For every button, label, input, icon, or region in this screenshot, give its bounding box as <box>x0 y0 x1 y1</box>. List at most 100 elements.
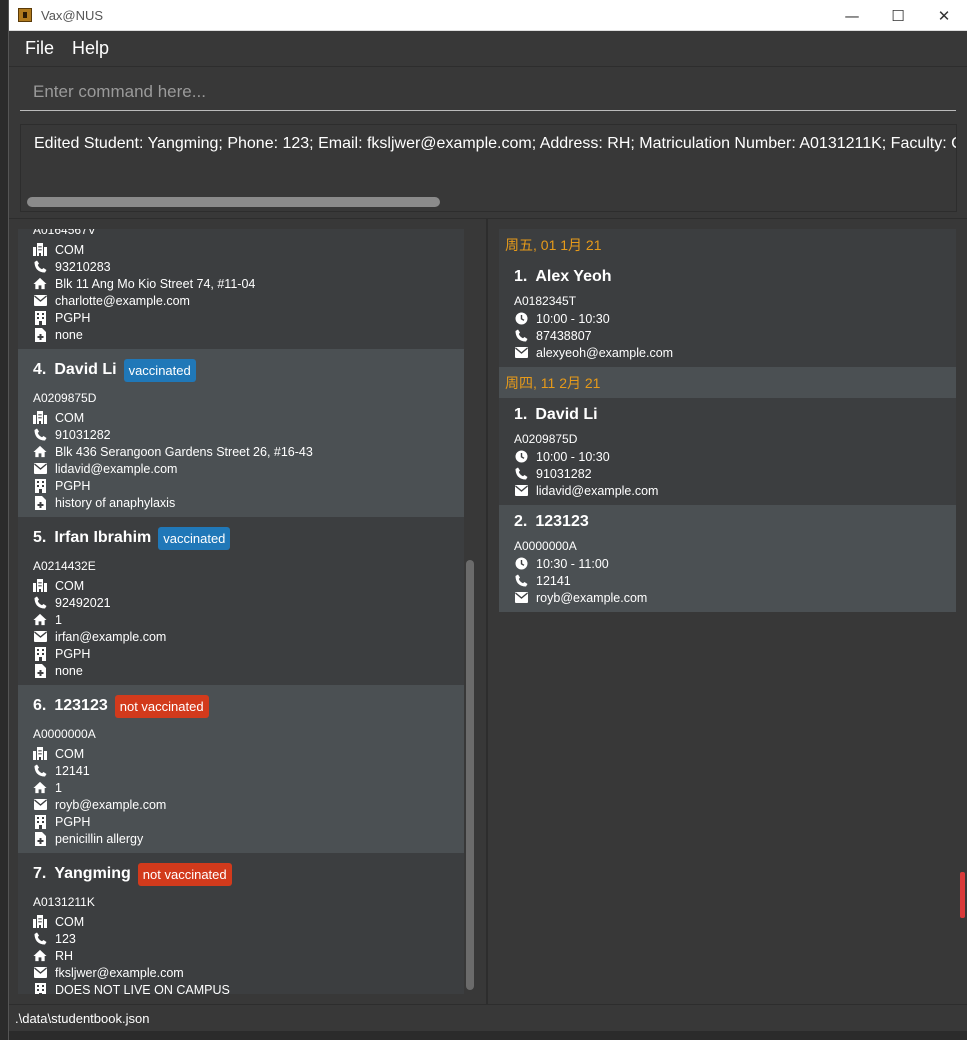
email-row-value: alexyeoh@example.com <box>536 345 674 360</box>
student-index: 5. <box>33 529 47 546</box>
phone-row-value: 93210283 <box>55 259 111 274</box>
vaccination-status-badge: vaccinated <box>123 358 196 382</box>
home-icon <box>33 949 47 963</box>
faculty-icon <box>33 915 47 929</box>
residence-icon <box>33 646 47 661</box>
phone-row-value: 92492021 <box>55 595 111 610</box>
result-display: Edited Student: Yangming; Phone: 123; Em… <box>20 124 957 212</box>
phone-row: 12141 <box>514 572 941 589</box>
email-row: lidavid@example.com <box>514 482 941 499</box>
student-card[interactable]: A0164567V COM 93210283 Blk 11 Ang Mo Kio St… <box>18 229 464 349</box>
main-content: A0164567V COM 93210283 Blk 11 Ang Mo Kio St… <box>9 218 967 1005</box>
student-card[interactable]: 5. Irfan Ibrahim vaccinated A0214432E COM 924… <box>18 517 464 685</box>
matriculation-number: A0209875D <box>33 391 97 405</box>
appointment-header: 2. 123123 <box>514 509 941 535</box>
minimize-button[interactable]: — <box>829 0 875 31</box>
home-icon <box>33 613 47 627</box>
close-button[interactable]: ✕ <box>921 0 967 31</box>
matriculation-number: A0209875D <box>514 432 578 446</box>
appointment-card[interactable]: 1. David Li A0209875D 10:00 - 10:30 91031282… <box>499 398 956 505</box>
student-name: 123123 <box>54 697 108 714</box>
faculty-icon <box>33 243 47 257</box>
student-index: 7. <box>33 865 47 882</box>
faculty-row: COM <box>33 913 449 930</box>
appointment-index: 1. <box>514 406 528 423</box>
medical-row: history of anaphylaxis <box>33 494 449 511</box>
schedule-date-header: 周四, 11 2月 21 <box>499 367 956 398</box>
phone-row: 93210283 <box>33 258 449 275</box>
command-box <box>20 74 956 111</box>
appointment-card[interactable]: 2. 123123 A0000000A 10:30 - 11:00 12141 royb@… <box>499 505 956 612</box>
appointment-index: 1. <box>514 268 528 285</box>
residence-row: PGPH <box>33 309 449 326</box>
phone-row: 92492021 <box>33 594 449 611</box>
residence-row-value: PGPH <box>55 478 91 493</box>
appointment-name: 123123 <box>535 513 589 530</box>
faculty-icon <box>33 411 47 425</box>
time-row-value: 10:00 - 10:30 <box>536 449 610 464</box>
address-row: Blk 436 Serangoon Gardens Street 26, #16… <box>33 443 449 460</box>
medical-icon <box>33 327 47 342</box>
phone-row: 12141 <box>33 762 449 779</box>
email-icon <box>33 294 47 308</box>
matriculation-number: A0182345T <box>514 294 577 308</box>
phone-icon <box>33 764 47 778</box>
residence-row: DOES NOT LIVE ON CAMPUS <box>33 981 449 994</box>
student-index: 6. <box>33 697 47 714</box>
student-card[interactable]: 7. Yangming not vaccinated A0131211K COM 123 R… <box>18 853 464 994</box>
address-row-value: RH <box>55 948 74 963</box>
email-row: alexyeoh@example.com <box>514 344 941 361</box>
medical-icon <box>33 831 47 846</box>
residence-row: PGPH <box>33 813 449 830</box>
residence-icon <box>33 478 47 493</box>
medical-icon <box>33 663 47 678</box>
pane-divider[interactable] <box>486 219 488 1005</box>
command-input[interactable] <box>33 82 956 102</box>
address-row-value: 1 <box>55 780 62 795</box>
phone-row-value: 12141 <box>536 573 571 588</box>
menu-file[interactable]: File <box>25 38 54 59</box>
matriculation-number: A0131211K <box>33 895 95 909</box>
time-row-value: 10:00 - 10:30 <box>536 311 610 326</box>
medical-row-value: history of anaphylaxis <box>55 495 176 510</box>
email-icon <box>514 591 528 605</box>
maximize-button[interactable]: ☐ <box>875 0 921 31</box>
address-row-value: Blk 436 Serangoon Gardens Street 26, #16… <box>55 444 313 459</box>
email-row: royb@example.com <box>514 589 941 606</box>
residence-icon <box>33 982 47 994</box>
student-card[interactable]: 6. 123123 not vaccinated A0000000A COM 12141 1… <box>18 685 464 853</box>
vaccination-status-badge: vaccinated <box>158 526 231 550</box>
email-row-value: fksljwer@example.com <box>55 965 184 980</box>
clock-icon <box>514 557 528 571</box>
vaccination-status-badge: not vaccinated <box>114 694 209 718</box>
address-row: Blk 11 Ang Mo Kio Street 74, #11-04 <box>33 275 449 292</box>
phone-icon <box>514 574 528 588</box>
appointment-name: Alex Yeoh <box>535 268 612 285</box>
email-icon <box>514 346 528 360</box>
time-row: 10:30 - 11:00 <box>514 555 941 572</box>
email-icon <box>33 462 47 476</box>
address-row: 1 <box>33 611 449 628</box>
appointment-card[interactable]: 1. Alex Yeoh A0182345T 10:00 - 10:30 8743880… <box>499 260 956 367</box>
faculty-icon <box>33 747 47 761</box>
student-header: 4. David Li vaccinated <box>33 355 449 385</box>
student-name: David Li <box>54 361 117 378</box>
student-header: 7. Yangming not vaccinated <box>33 859 449 889</box>
result-horizontal-scrollbar[interactable] <box>27 197 440 207</box>
appointment-index: 2. <box>514 513 528 530</box>
menu-bar: File Help <box>9 31 967 67</box>
menu-help[interactable]: Help <box>72 38 109 59</box>
vaccination-status-badge: not vaccinated <box>137 862 232 886</box>
home-icon <box>33 781 47 795</box>
faculty-row-value: COM <box>55 578 85 593</box>
phone-row: 91031282 <box>514 465 941 482</box>
student-list-scrollbar[interactable] <box>466 560 474 990</box>
faculty-row: COM <box>33 577 449 594</box>
matriculation-number: A0214432E <box>33 559 96 573</box>
appointment-name: David Li <box>535 406 598 423</box>
student-header: 5. Irfan Ibrahim vaccinated <box>33 523 449 553</box>
student-card[interactable]: 4. David Li vaccinated A0209875D COM 91031282… <box>18 349 464 517</box>
residence-icon <box>33 310 47 325</box>
medical-row: penicillin allergy <box>33 830 449 847</box>
student-index: 4. <box>33 361 47 378</box>
